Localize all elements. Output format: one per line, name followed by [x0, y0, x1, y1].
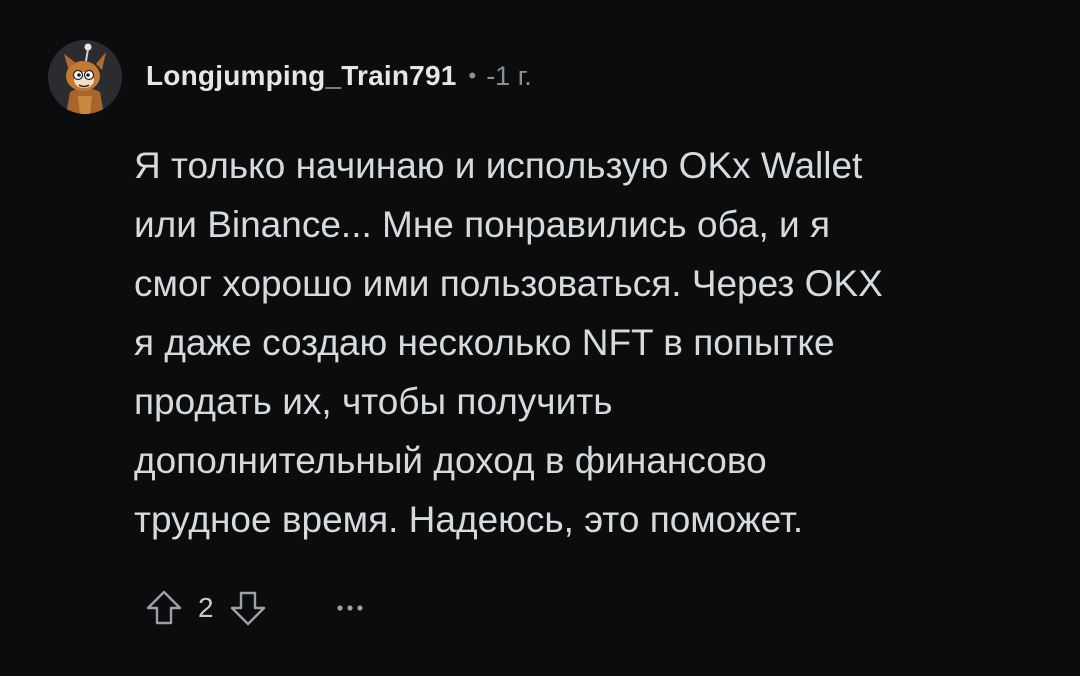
- comment-body-line: я даже создаю несколько NFT в попытке: [134, 322, 835, 363]
- avatar[interactable]: [48, 40, 122, 114]
- comment: Longjumping_Train791 • -1 г. Я только на…: [0, 0, 1080, 676]
- more-options-button[interactable]: [326, 584, 374, 632]
- comment-header: Longjumping_Train791 • -1 г.: [146, 56, 532, 96]
- comment-body-line: или Binance... Мне понравились оба, и я: [134, 204, 831, 245]
- arrow-up-outline-icon: [146, 590, 182, 625]
- vote-score: 2: [198, 592, 214, 623]
- downvote-button[interactable]: [224, 584, 272, 632]
- username[interactable]: Longjumping_Train791: [146, 60, 456, 92]
- comment-age: -1 г.: [486, 60, 532, 91]
- comment-body-line: дополнительный доход в финансово: [134, 440, 767, 481]
- upvote-button[interactable]: [140, 584, 188, 632]
- arrow-down-outline-icon: [230, 591, 265, 626]
- avatar-illustration: [48, 40, 122, 114]
- more-horizontal-icon: [336, 605, 363, 611]
- comment-body: Я только начинаю и использую OKx Wallet …: [134, 136, 1034, 549]
- comment-body-line: Я только начинаю и использую OKx Wallet: [134, 145, 863, 186]
- separator-dot: •: [468, 63, 477, 88]
- comment-body-line: продать их, чтобы получить: [134, 381, 613, 422]
- comment-body-line: трудное время. Надеюсь, это поможет.: [134, 499, 804, 540]
- comment-actions: 2: [140, 584, 374, 632]
- comment-body-line: смог хорошо ими пользоваться. Через OKX: [134, 263, 883, 304]
